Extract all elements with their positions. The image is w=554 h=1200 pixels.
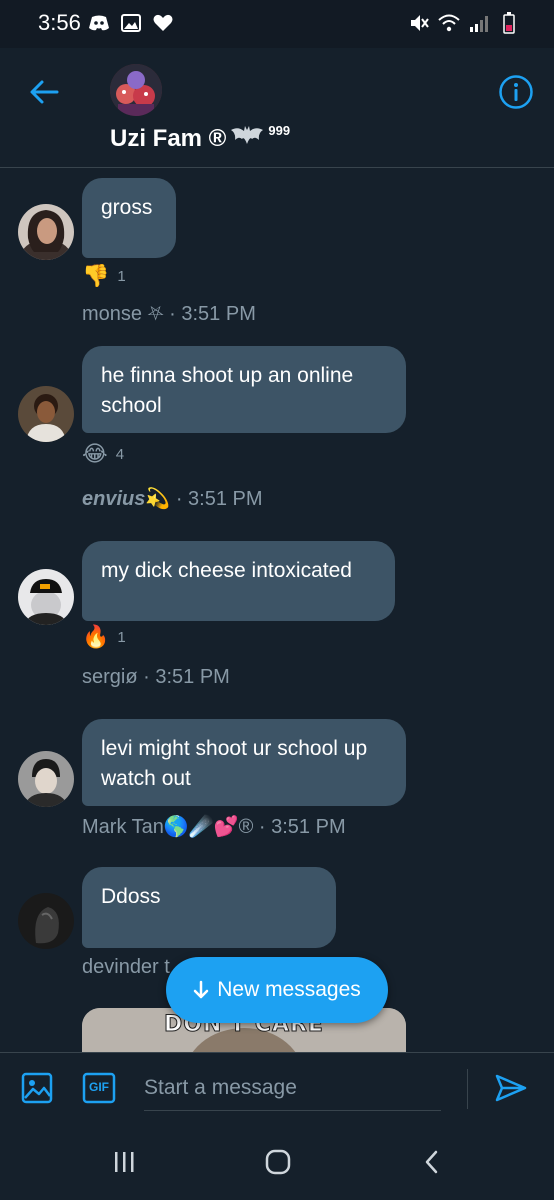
message-meta: sergiø · 3:51 PM (82, 666, 230, 689)
discord-icon (88, 12, 110, 34)
message-composer: GIF (0, 1052, 554, 1124)
message-bubble[interactable]: he finna shoot up an online school (82, 346, 406, 433)
message-meta: envius💫 · 3:51 PM (82, 486, 263, 511)
sender-avatar[interactable] (18, 569, 74, 625)
system-navigation-bar (0, 1124, 554, 1200)
message-reaction[interactable]: 🔥 1 (82, 625, 126, 649)
sender-name: sergiø (82, 666, 138, 688)
home-button[interactable] (256, 1142, 300, 1182)
reaction-count: 4 (115, 445, 125, 463)
new-messages-button[interactable]: New messages (166, 957, 388, 1023)
message-bubble[interactable]: gross (82, 178, 176, 258)
sender-name: Mark Tan (82, 816, 164, 838)
message-bubble[interactable]: Ddoss (82, 867, 336, 948)
add-gif-button[interactable]: GIF (82, 1071, 116, 1105)
sender-avatar[interactable] (18, 386, 74, 442)
image-icon (120, 12, 142, 34)
info-icon (499, 75, 533, 109)
message-reaction[interactable]: 😂 4 (82, 442, 124, 466)
status-system-icons (408, 12, 520, 34)
message-list[interactable]: gross 👎 1 monse ⛧ · 3:51 PM he finna sho… (0, 168, 554, 1052)
sender-avatar[interactable] (18, 893, 74, 949)
message-bubble[interactable]: levi might shoot ur school up watch out (82, 719, 406, 806)
message-time: · 3:51 PM (175, 488, 263, 510)
group-name[interactable]: Uzi Fam ® 999 (110, 123, 291, 153)
message-time: · 3:51 PM (143, 666, 230, 688)
bat-icon (230, 124, 264, 153)
status-notification-icons (88, 12, 174, 34)
message-bubble[interactable]: my dick cheese intoxicated (82, 541, 395, 621)
message-input[interactable] (144, 1065, 441, 1111)
group-name-badge: 999 (268, 123, 291, 138)
sender-name: monse ⛧ (82, 303, 164, 325)
message-time: · 3:51 PM (169, 303, 256, 325)
sender-avatar[interactable] (18, 751, 74, 807)
group-name-text: Uzi Fam ® (110, 124, 227, 152)
message-text: levi might shoot ur school up watch out (101, 737, 368, 790)
heart-icon (152, 12, 174, 34)
sender-emoji: 💫 (145, 488, 171, 510)
sender-name: envius (82, 488, 146, 510)
add-photo-button[interactable] (20, 1071, 54, 1105)
sender-emoji: 🌎☄️💕® (163, 816, 254, 838)
message-text: he finna shoot up an online school (101, 364, 354, 417)
new-messages-label: New messages (217, 978, 361, 1001)
gif-label: GIF (89, 1080, 109, 1094)
back-nav-button[interactable] (410, 1142, 454, 1182)
chevron-left-icon (425, 1150, 438, 1174)
sender-avatar[interactable] (18, 204, 74, 260)
back-button[interactable] (24, 72, 64, 112)
message-meta: devinder t (82, 956, 170, 979)
status-time: 3:56 (38, 10, 81, 35)
recent-apps-icon (115, 1152, 134, 1172)
message-time: · 3:51 PM (258, 816, 346, 838)
status-bar: 3:56 (0, 0, 554, 48)
group-avatar[interactable] (110, 64, 162, 116)
thumbs-down-emoji: 👎 (82, 263, 110, 288)
conversation-header: Uzi Fam ® 999 (0, 48, 554, 168)
message-meta: Mark Tan🌎☄️💕® · 3:51 PM (82, 814, 346, 839)
message-meta: monse ⛧ · 3:51 PM (82, 303, 256, 326)
fire-emoji: 🔥 (82, 624, 110, 649)
composer-divider (467, 1069, 468, 1109)
arrow-down-icon (193, 980, 209, 999)
message-text: gross (101, 196, 153, 219)
image-icon (21, 1072, 53, 1104)
signal-icon (468, 12, 490, 34)
send-icon (495, 1074, 527, 1102)
sender-name: devinder t (82, 956, 170, 978)
laughing-emoji: 😂 (82, 441, 108, 466)
message-text: Ddoss (101, 885, 161, 908)
wifi-icon (438, 12, 460, 34)
battery-icon (498, 12, 520, 34)
home-icon (265, 1149, 291, 1175)
message-text: my dick cheese intoxicated (101, 559, 352, 582)
message-reaction[interactable]: 👎 1 (82, 264, 126, 288)
recent-apps-button[interactable] (102, 1142, 146, 1182)
arrow-left-icon (30, 80, 59, 104)
reaction-count: 1 (117, 628, 126, 646)
reaction-count: 1 (117, 267, 126, 285)
send-button[interactable] (494, 1071, 528, 1105)
conversation-info-button[interactable] (496, 72, 536, 112)
mute-icon (408, 12, 430, 34)
